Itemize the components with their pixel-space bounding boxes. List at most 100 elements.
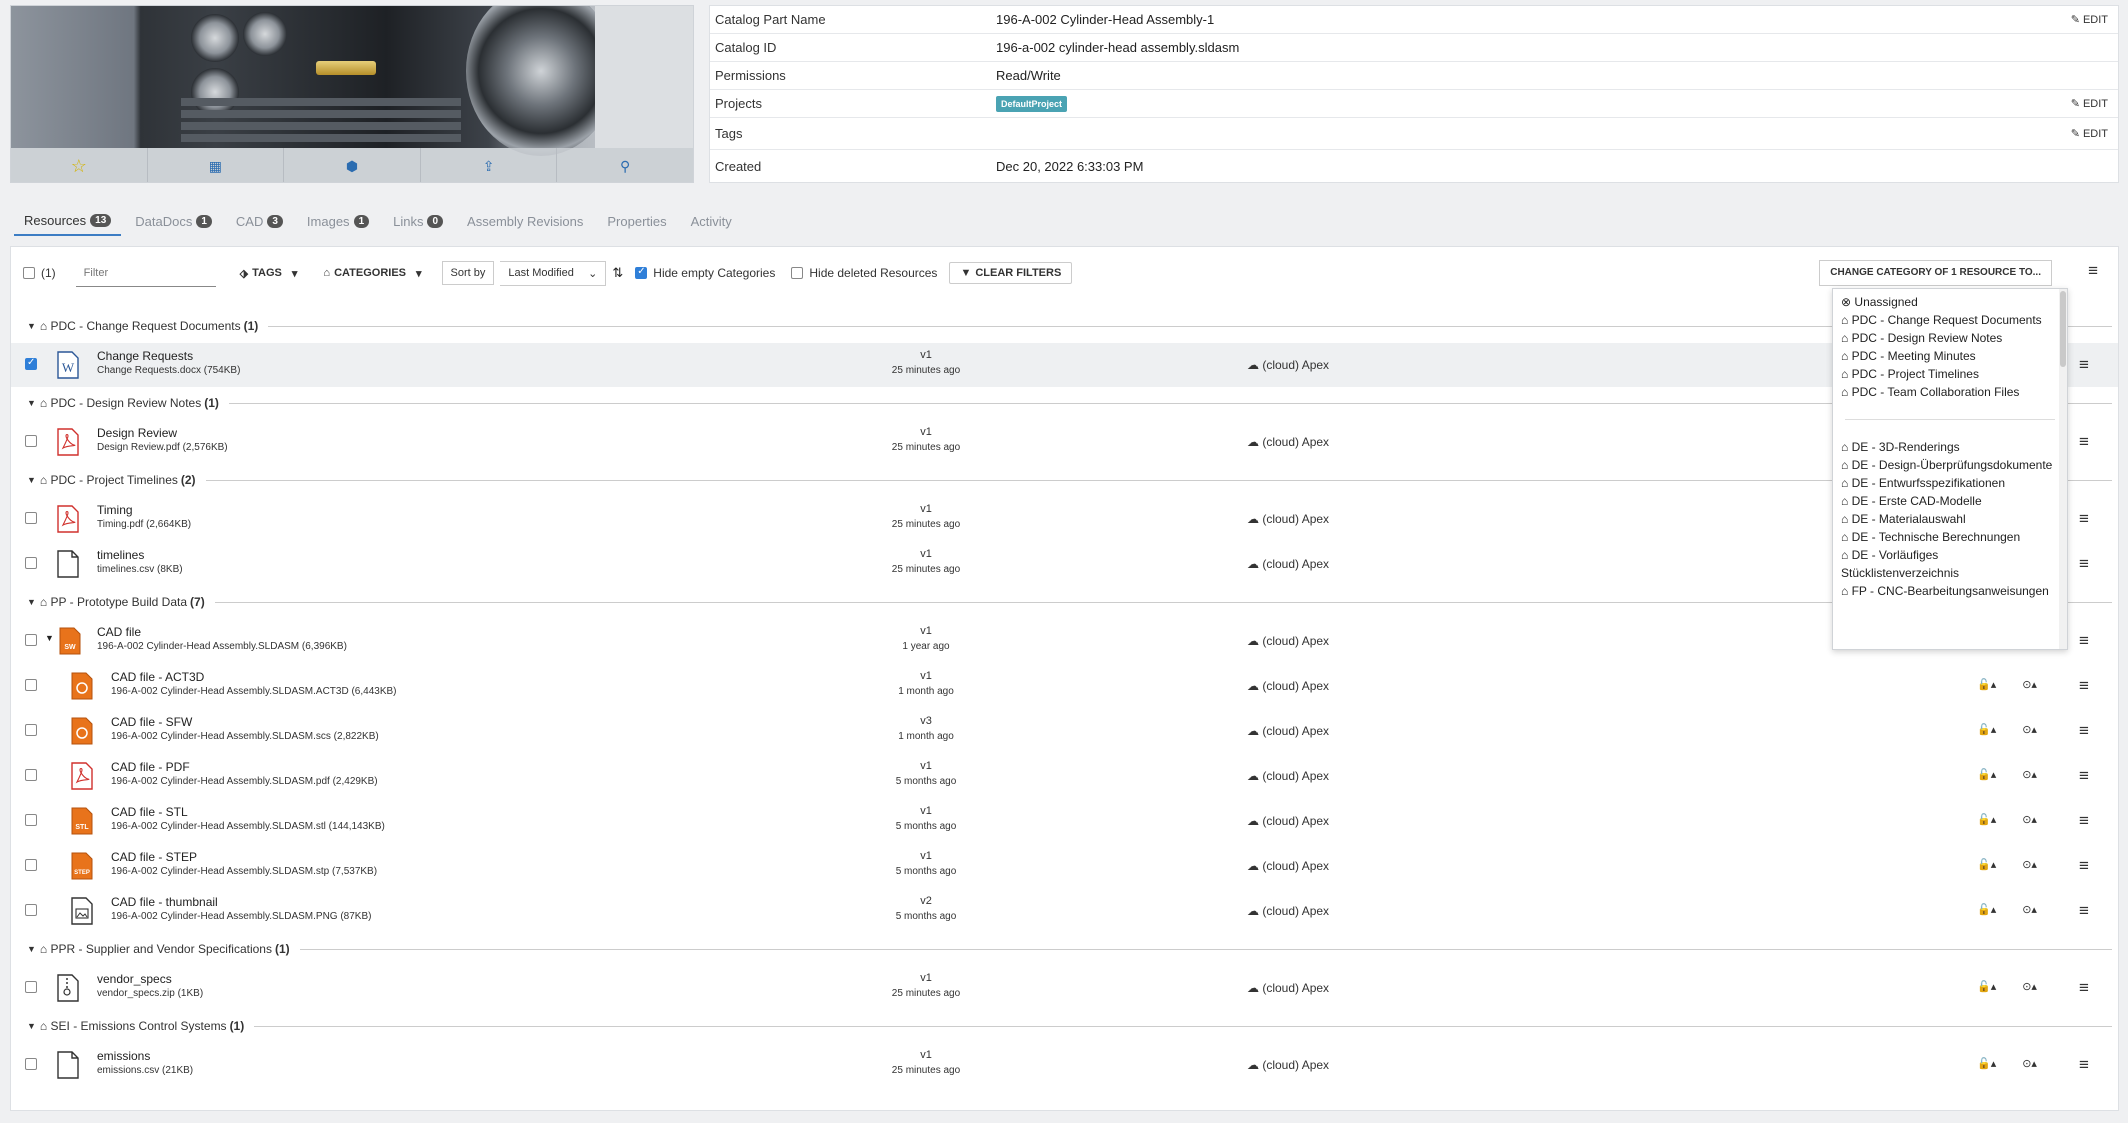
resource-name[interactable]: CAD file - STEP bbox=[111, 850, 197, 864]
tab-activity[interactable]: Activity bbox=[681, 206, 742, 236]
row-checkbox[interactable] bbox=[25, 679, 37, 691]
resource-row[interactable]: Design Review Design Review.pdf (2,576KB… bbox=[11, 420, 2118, 464]
row-checkbox[interactable] bbox=[25, 357, 37, 370]
row-checkbox[interactable] bbox=[25, 814, 37, 826]
row-checkbox[interactable] bbox=[25, 981, 37, 993]
lock-icon[interactable]: 🔓▴ bbox=[1977, 813, 1996, 826]
dropdown-option[interactable]: ⌂ DE - Materialauswahl bbox=[1833, 510, 2067, 528]
resource-name[interactable]: CAD file - ACT3D bbox=[111, 670, 204, 684]
row-menu-icon[interactable]: ≡ bbox=[2079, 811, 2089, 831]
resource-name[interactable]: emissions bbox=[97, 1049, 150, 1063]
resource-row[interactable]: CAD file - PDF 196-A-002 Cylinder-Head A… bbox=[11, 754, 2118, 798]
dropdown-option[interactable]: ⌂ DE - Technische Berechnungen bbox=[1833, 528, 2067, 546]
lock-icon[interactable]: 🔓▴ bbox=[1977, 678, 1996, 691]
resource-row[interactable]: Timing Timing.pdf (2,664KB) v1 25 minute… bbox=[11, 497, 2118, 541]
expand-arrow-icon[interactable]: ▼ bbox=[45, 633, 54, 643]
row-checkbox[interactable] bbox=[25, 859, 37, 871]
dropdown-option[interactable]: ⌂ PDC - Change Request Documents bbox=[1833, 311, 2067, 329]
row-checkbox[interactable] bbox=[25, 512, 37, 524]
resource-name[interactable]: CAD file - thumbnail bbox=[111, 895, 218, 909]
dropdown-option[interactable]: ⊗ Unassigned bbox=[1833, 293, 2067, 311]
hide-empty-checkbox[interactable] bbox=[635, 266, 648, 279]
resource-name[interactable]: Design Review bbox=[97, 426, 177, 440]
dropdown-option[interactable]: ⌂ FP - CNC-Bearbeitungsanweisungen bbox=[1833, 582, 2067, 600]
history-icon[interactable]: ⊙▴ bbox=[2022, 723, 2037, 736]
row-checkbox[interactable] bbox=[25, 769, 37, 781]
lock-icon[interactable]: 🔓▴ bbox=[1977, 1057, 1996, 1070]
resource-name[interactable]: CAD file bbox=[97, 625, 141, 639]
project-badge[interactable]: DefaultProject bbox=[996, 96, 1068, 112]
resource-name[interactable]: CAD file - SFW bbox=[111, 715, 192, 729]
row-menu-icon[interactable]: ≡ bbox=[2079, 631, 2089, 651]
category-header[interactable]: ▼ ⌂ PPR - Supplier and Vendor Specificati… bbox=[27, 940, 2112, 958]
row-menu-icon[interactable]: ≡ bbox=[2079, 554, 2089, 574]
edit-button[interactable]: ✎ EDIT bbox=[2071, 127, 2108, 141]
category-header[interactable]: ▼ ⌂ PDC - Change Request Documents (1) bbox=[27, 317, 2112, 335]
tab-properties[interactable]: Properties bbox=[597, 206, 676, 236]
row-menu-icon[interactable]: ≡ bbox=[2079, 978, 2089, 998]
dropdown-option[interactable]: ⌂ PDC - Design Review Notes bbox=[1833, 329, 2067, 347]
row-checkbox[interactable] bbox=[25, 634, 37, 646]
select-all-checkbox[interactable] bbox=[23, 267, 35, 279]
resource-row[interactable]: CAD file - ACT3D 196-A-002 Cylinder-Head… bbox=[11, 664, 2118, 708]
row-checkbox[interactable] bbox=[25, 557, 37, 569]
tab-assembly-revisions[interactable]: Assembly Revisions bbox=[457, 206, 593, 236]
resource-name[interactable]: vendor_specs bbox=[97, 972, 172, 986]
history-icon[interactable]: ⊙▴ bbox=[2022, 678, 2037, 691]
lock-icon[interactable]: 🔓▴ bbox=[1977, 723, 1996, 736]
history-icon[interactable]: ⊙▴ bbox=[2022, 1057, 2037, 1070]
cad-preview-image[interactable] bbox=[11, 6, 693, 156]
history-icon[interactable]: ⊙▴ bbox=[2022, 980, 2037, 993]
sort-direction-icon[interactable]: ⇅ bbox=[612, 265, 623, 281]
dropdown-option[interactable]: ⌂ DE - Entwurfsspezifikationen bbox=[1833, 474, 2067, 492]
resource-row[interactable]: emissions emissions.csv (21KB) v1 25 min… bbox=[11, 1043, 2118, 1087]
row-menu-icon[interactable]: ≡ bbox=[2079, 432, 2089, 452]
row-checkbox[interactable] bbox=[25, 1058, 37, 1070]
sort-select[interactable]: Last Modified ⌄ bbox=[500, 260, 607, 286]
history-icon[interactable]: ⊙▴ bbox=[2022, 858, 2037, 871]
category-header[interactable]: ▼ ⌂ PDC - Project Timelines (2) bbox=[27, 471, 2112, 489]
tab-datadocs[interactable]: DataDocs 1 bbox=[125, 206, 222, 236]
resource-name[interactable]: timelines bbox=[97, 548, 144, 562]
row-menu-icon[interactable]: ≡ bbox=[2079, 676, 2089, 696]
resource-row[interactable]: CAD file - SFW 196-A-002 Cylinder-Head A… bbox=[11, 709, 2118, 753]
hide-deleted-checkbox[interactable] bbox=[791, 267, 804, 279]
dropdown-option[interactable]: ⌂ PDC - Team Collaboration Files bbox=[1833, 383, 2067, 401]
dropdown-option[interactable]: ⌂ DE - 3D-Renderings bbox=[1833, 438, 2067, 456]
tab-cad[interactable]: CAD 3 bbox=[226, 206, 293, 236]
row-menu-icon[interactable]: ≡ bbox=[2079, 355, 2089, 375]
lock-icon[interactable]: 🔓▴ bbox=[1977, 980, 1996, 993]
favorite-star-icon[interactable]: ☆ bbox=[11, 148, 148, 182]
row-checkbox[interactable] bbox=[25, 724, 37, 736]
history-icon[interactable]: ⊙▴ bbox=[2022, 813, 2037, 826]
resource-row[interactable]: CAD file - thumbnail 196-A-002 Cylinder-… bbox=[11, 889, 2118, 933]
table-view-icon[interactable]: ▦ bbox=[148, 148, 285, 182]
resource-name[interactable]: Change Requests bbox=[97, 349, 193, 363]
scrollbar-thumb[interactable] bbox=[2060, 291, 2066, 367]
resource-row[interactable]: STEP CAD file - STEP 196-A-002 Cylinder-… bbox=[11, 844, 2118, 888]
row-menu-icon[interactable]: ≡ bbox=[2079, 509, 2089, 529]
3d-view-icon[interactable]: ⬢ bbox=[284, 148, 421, 182]
pin-icon[interactable]: ⚲ bbox=[557, 148, 693, 182]
edit-button[interactable]: ✎ EDIT bbox=[2071, 97, 2108, 111]
dropdown-option[interactable]: ⌂ DE - Erste CAD-Modelle bbox=[1833, 492, 2067, 510]
menu-icon[interactable]: ≡ bbox=[2088, 261, 2098, 281]
dropdown-option[interactable]: ⌂ DE - Vorläufiges Stücklistenverzeichni… bbox=[1833, 546, 2067, 582]
filter-input[interactable] bbox=[75, 259, 216, 287]
tab-images[interactable]: Images 1 bbox=[297, 206, 379, 236]
change-category-button[interactable]: CHANGE CATEGORY OF 1 RESOURCE TO... bbox=[1819, 260, 2052, 286]
resource-row[interactable]: W Change Requests Change Requests.docx (… bbox=[11, 343, 2118, 387]
row-menu-icon[interactable]: ≡ bbox=[2079, 901, 2089, 921]
dropdown-option[interactable]: ⌂ PDC - Project Timelines bbox=[1833, 365, 2067, 383]
upload-icon[interactable]: ⇪ bbox=[421, 148, 558, 182]
lock-icon[interactable]: 🔓▴ bbox=[1977, 858, 1996, 871]
categories-dropdown[interactable]: ⌂ CATEGORIES ▾ bbox=[313, 262, 432, 284]
row-menu-icon[interactable]: ≡ bbox=[2079, 856, 2089, 876]
resource-row[interactable]: STL CAD file - STL 196-A-002 Cylinder-He… bbox=[11, 799, 2118, 843]
category-header[interactable]: ▼ ⌂ PDC - Design Review Notes (1) bbox=[27, 394, 2112, 412]
clear-filters-button[interactable]: ▼ CLEAR FILTERS bbox=[949, 262, 1073, 284]
tags-dropdown[interactable]: ⬗ TAGS ▾ bbox=[229, 262, 308, 284]
tab-resources[interactable]: Resources 13 bbox=[14, 206, 122, 236]
resource-row[interactable]: ▼ SW CAD file 196-A-002 Cylinder-Head As… bbox=[11, 619, 2118, 663]
row-menu-icon[interactable]: ≡ bbox=[2079, 1055, 2089, 1075]
